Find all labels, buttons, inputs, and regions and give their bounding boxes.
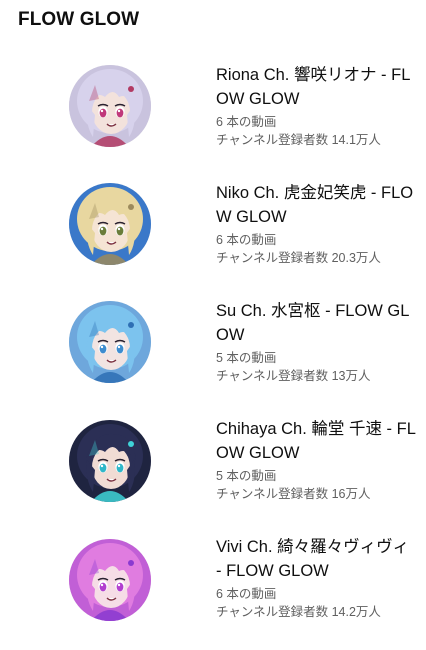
channel-item-su[interactable]: Su Ch. 水宮枢 - FLOW GLOW 5 本の動画 チャンネル登録者数 … xyxy=(0,296,426,414)
channel-item-vivi[interactable]: Vivi Ch. 綺々羅々ヴィヴィ - FLOW GLOW 6 本の動画 チャン… xyxy=(0,532,426,650)
channel-item-niko[interactable]: Niko Ch. 虎金妃笑虎 - FLOW GLOW 6 本の動画 チャンネル登… xyxy=(0,178,426,296)
channel-list: Riona Ch. 響咲リオナ - FLOW GLOW 6 本の動画 チャンネル… xyxy=(0,0,426,640)
channel-avatar[interactable] xyxy=(69,65,151,147)
channel-name[interactable]: Riona Ch. 響咲リオナ - FLOW GLOW xyxy=(216,63,416,111)
subscriber-count: チャンネル登録者数 14.2万人 xyxy=(216,605,381,619)
subscriber-count: チャンネル登録者数 16万人 xyxy=(216,487,371,501)
channel-name[interactable]: Su Ch. 水宮枢 - FLOW GLOW xyxy=(216,299,416,347)
subscriber-count: チャンネル登録者数 14.1万人 xyxy=(216,133,381,147)
channel-avatar[interactable] xyxy=(69,301,151,383)
video-count: 6 本の動画 xyxy=(216,233,277,247)
video-count: 6 本の動画 xyxy=(216,115,277,129)
channel-item-riona[interactable]: Riona Ch. 響咲リオナ - FLOW GLOW 6 本の動画 チャンネル… xyxy=(0,60,426,178)
channel-avatar[interactable] xyxy=(69,183,151,265)
video-count: 6 本の動画 xyxy=(216,587,277,601)
channel-name[interactable]: Niko Ch. 虎金妃笑虎 - FLOW GLOW xyxy=(216,181,416,229)
subscriber-count: チャンネル登録者数 20.3万人 xyxy=(216,251,381,265)
channel-avatar[interactable] xyxy=(69,539,151,621)
channel-item-chihaya[interactable]: Chihaya Ch. 輪堂 千速 - FLOW GLOW 5 本の動画 チャン… xyxy=(0,414,426,532)
subscriber-count: チャンネル登録者数 13万人 xyxy=(216,369,371,383)
channel-name[interactable]: Vivi Ch. 綺々羅々ヴィヴィ - FLOW GLOW xyxy=(216,535,416,583)
channel-name[interactable]: Chihaya Ch. 輪堂 千速 - FLOW GLOW xyxy=(216,417,416,465)
channel-avatar[interactable] xyxy=(69,420,151,502)
video-count: 5 本の動画 xyxy=(216,351,277,365)
video-count: 5 本の動画 xyxy=(216,469,277,483)
